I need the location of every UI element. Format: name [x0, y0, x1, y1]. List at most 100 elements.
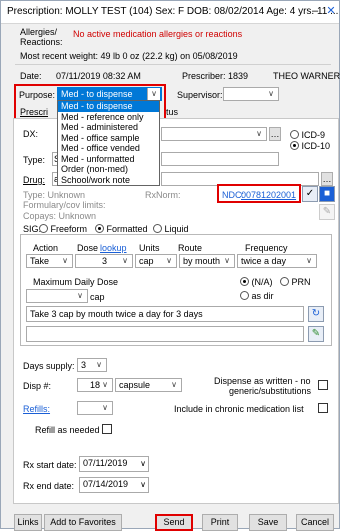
window-title: Prescription: MOLLY TEST (104) Sex: F DO…	[7, 6, 339, 17]
chevron-down-icon[interactable]: ∨	[99, 379, 111, 391]
chevron-down-icon[interactable]: ∨	[74, 290, 86, 302]
disp-label: Disp #:	[23, 381, 52, 391]
type-field-right[interactable]	[161, 152, 279, 166]
as-dir-radio[interactable]	[240, 291, 249, 300]
chevron-down-icon[interactable]: ∨	[168, 379, 180, 391]
links-button[interactable]: Links	[14, 514, 42, 531]
prescriber-label: Prescriber: 1839	[182, 71, 249, 81]
purpose-option[interactable]: Med - office vended	[58, 143, 159, 154]
icd10-option[interactable]: ICD-10	[290, 141, 330, 151]
refills-select[interactable]: ∨	[77, 401, 113, 415]
purpose-option[interactable]: School/work note	[58, 175, 159, 186]
action-value: Take	[30, 256, 50, 266]
purpose-option[interactable]: Med - unformatted	[58, 154, 159, 165]
refill-needed-label: Refill as needed	[35, 425, 100, 435]
icd9-option[interactable]: ICD-9	[290, 130, 325, 140]
chevron-down-icon[interactable]: ∨	[163, 255, 175, 267]
action-select[interactable]: Take ∨	[26, 254, 73, 268]
send-button[interactable]: Send	[155, 514, 193, 531]
dose-lookup-link[interactable]: lookup	[100, 243, 127, 253]
chevron-down-icon[interactable]: ∨	[99, 402, 111, 414]
drug-ellipsis-button[interactable]: …	[321, 172, 333, 186]
sig-text-field-2[interactable]	[26, 326, 304, 342]
frequency-select[interactable]: twice a day ∨	[237, 254, 317, 268]
chevron-down-icon[interactable]: ∨	[119, 255, 131, 267]
supervisor-select[interactable]: ∨	[223, 87, 279, 101]
tab-prescription[interactable]: Prescri	[20, 107, 48, 117]
disp-qty-select[interactable]: 18 ∨	[77, 378, 113, 392]
dx-select[interactable]: ∨	[161, 127, 267, 141]
edit-note-icon[interactable]: ✎	[308, 326, 324, 342]
days-supply-label: Days supply:	[23, 361, 75, 371]
chevron-down-icon[interactable]: ∨	[59, 255, 71, 267]
sig-text-field[interactable]: Take 3 cap by mouth twice a day for 3 da…	[26, 306, 304, 322]
na-option[interactable]: (N/A)	[240, 277, 273, 287]
minimize-icon[interactable]: –	[309, 5, 321, 17]
freeform-radio[interactable]	[39, 224, 48, 233]
chevron-down-icon[interactable]: ∨	[140, 478, 146, 491]
drug-type-text: Type: Unknown	[23, 190, 86, 200]
liquid-label: Liquid	[164, 224, 189, 234]
sig-liquid-option[interactable]: Liquid	[153, 224, 189, 234]
dx-ellipsis-button[interactable]: …	[269, 127, 281, 141]
check-icon[interactable]: ✓	[302, 186, 318, 202]
route-value: by mouth	[183, 256, 221, 266]
days-supply-select[interactable]: 3 ∨	[77, 358, 107, 372]
chevron-down-icon[interactable]: ∨	[221, 255, 233, 267]
save-button[interactable]: Save	[249, 514, 287, 531]
refresh-icon[interactable]: ↻	[308, 306, 324, 322]
print-button[interactable]: Print	[202, 514, 238, 531]
chevron-down-icon[interactable]: ∨	[140, 457, 146, 470]
purpose-option[interactable]: Med - to dispense	[58, 101, 159, 112]
end-date-value: 07/14/2019	[83, 479, 129, 489]
purpose-option[interactable]: Med - reference only	[58, 112, 159, 123]
max-dose-unit: cap	[90, 292, 105, 302]
units-select[interactable]: cap ∨	[135, 254, 177, 268]
date-value: 07/11/2019 08:32 AM	[56, 71, 141, 81]
icd10-radio[interactable]	[290, 141, 299, 150]
add-to-favorites-button[interactable]: Add to Favorites	[44, 514, 122, 531]
chevron-down-icon[interactable]: ∨	[303, 255, 315, 267]
copays-text: Copays: Unknown	[23, 211, 97, 221]
disp-unit-select[interactable]: capsule ∨	[115, 378, 182, 392]
prn-radio[interactable]	[280, 277, 289, 286]
formatted-label: Formatted	[106, 224, 148, 234]
freeform-label: Freeform	[50, 224, 88, 234]
prn-option[interactable]: PRN	[280, 277, 311, 287]
purpose-option[interactable]: Order (non-med)	[58, 164, 159, 175]
chevron-down-icon[interactable]: ∨	[265, 88, 277, 100]
as-dir-label: as dir	[251, 291, 274, 301]
route-select[interactable]: by mouth ∨	[179, 254, 235, 268]
dose-select[interactable]: 3 ∨	[75, 254, 133, 268]
chevron-down-icon[interactable]: ∨	[93, 359, 105, 371]
disp-unit-value: capsule	[119, 380, 151, 390]
icd9-radio[interactable]	[290, 130, 299, 139]
book-icon[interactable]: ■	[319, 186, 335, 202]
sig-text-value: Take 3 cap by mouth twice a day for 3 da…	[30, 309, 203, 319]
na-radio[interactable]	[240, 277, 249, 286]
cancel-button[interactable]: Cancel	[296, 514, 334, 531]
liquid-radio[interactable]	[153, 224, 162, 233]
end-date-field[interactable]: 07/14/2019 ∨	[79, 477, 149, 493]
dose-value: 3	[102, 256, 108, 266]
purpose-dropdown-list[interactable]: Med - to dispense Med - reference only M…	[57, 100, 160, 186]
chevron-down-icon[interactable]: ∨	[253, 128, 265, 140]
max-dose-select[interactable]: ∨	[26, 289, 88, 303]
daw-checkbox[interactable]	[318, 380, 328, 390]
purpose-option[interactable]: Med - administered	[58, 122, 159, 133]
sig-freeform-option[interactable]: Freeform	[39, 224, 87, 234]
refill-needed-checkbox[interactable]	[102, 424, 112, 434]
refills-link[interactable]: Refills:	[23, 404, 50, 414]
close-icon[interactable]: ✕	[325, 5, 337, 17]
purpose-option[interactable]: Med - office sample	[58, 133, 159, 144]
tab-status[interactable]: tus	[166, 107, 178, 117]
sig-formatted-option[interactable]: Formatted	[95, 224, 148, 234]
pencil-icon[interactable]: ✎	[319, 204, 335, 220]
chronic-checkbox[interactable]	[318, 403, 328, 413]
weight-text: Most recent weight: 49 lb 0 oz (22.2 kg)…	[20, 51, 238, 61]
title-bar: Prescription: MOLLY TEST (104) Sex: F DO…	[1, 1, 339, 24]
start-date-field[interactable]: 07/11/2019 ∨	[79, 456, 149, 472]
allergies-label: Allergies/	[20, 27, 58, 37]
formatted-radio[interactable]	[95, 224, 104, 233]
as-dir-option[interactable]: as dir	[240, 291, 274, 301]
